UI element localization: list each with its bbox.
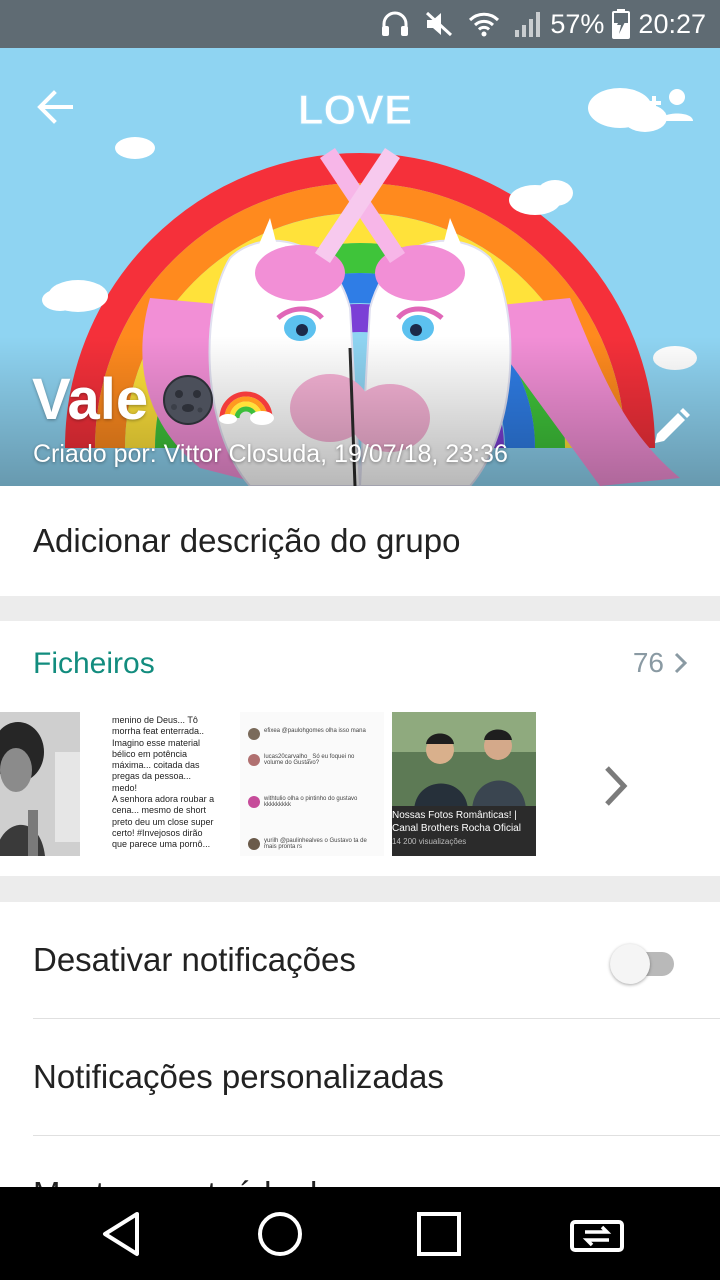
media-thumbnail[interactable]: efixea @paulohgomes olha isso mana lucas… [240, 712, 384, 856]
group-header: LOVE Vale Criado por: Vittor Closuda, 19… [0, 48, 720, 486]
files-title[interactable]: Ficheiros [33, 647, 155, 681]
created-by-text: Criado por: Vittor Closuda, 19/07/18, 23… [33, 440, 508, 468]
section-gap [0, 876, 720, 902]
add-description-label: Adicionar descrição do grupo [33, 522, 461, 559]
files-more-button[interactable] [596, 761, 636, 811]
add-participant-icon [647, 89, 693, 121]
recents-square-icon [417, 1212, 461, 1256]
home-circle-icon [258, 1212, 302, 1256]
media-thumbnail[interactable] [0, 712, 80, 856]
group-name: Vale [32, 366, 275, 433]
media-visibility-row[interactable]: Mostrar conteúdo de... [0, 1136, 720, 1188]
settings-list: Desativar notificações Notificações pers… [0, 902, 720, 1188]
battery-percent: 57% [550, 8, 605, 39]
video-title-line: Canal Brothers Rocha Oficial [392, 823, 521, 834]
media-thumbnail[interactable]: Nossas Fotos Românticas! | Canal Brother… [392, 712, 536, 856]
pencil-icon [655, 408, 690, 443]
nav-home-button[interactable] [247, 1201, 313, 1267]
nav-back-button[interactable] [88, 1201, 154, 1267]
media-thumbnail[interactable]: menino de Deus... Tô morrha feat enterra… [106, 712, 224, 856]
nav-recents-button[interactable] [406, 1201, 472, 1267]
section-gap [0, 596, 720, 621]
thumbnail-comment: withtulio olha o pintinho do gustavo kkk… [264, 796, 358, 808]
rainbow-emoji [218, 374, 275, 426]
love-text: LOVE [298, 86, 412, 133]
edit-name-button[interactable] [648, 404, 694, 450]
wifi-icon [468, 11, 500, 37]
navigation-bar [0, 1187, 720, 1280]
signal-icon [514, 10, 542, 38]
chevron-right-icon [605, 766, 628, 806]
video-caption-box: Nossas Fotos Românticas! | Canal Brother… [392, 806, 536, 856]
switch-icon [570, 1220, 624, 1252]
new-moon-face-emoji [162, 374, 214, 426]
thumbnail-comment: efixea @paulohgomes olha isso mana [264, 728, 366, 734]
mute-notifications-label: Desativar notificações [33, 941, 356, 978]
files-count: 76 [632, 647, 664, 678]
thumbnail-comment: lucas20carvalho_ Só eu foquei no volume … [264, 754, 355, 766]
mute-icon [424, 10, 454, 38]
chevron-right-icon [674, 652, 688, 674]
toggle-knob [610, 944, 650, 984]
custom-notifications-row[interactable]: Notificações personalizadas [0, 1019, 720, 1135]
files-count-link[interactable]: 76 [633, 647, 688, 679]
video-title-line: Nossas Fotos Românticas! | [392, 810, 517, 821]
headphones-icon [380, 10, 410, 38]
clock: 20:27 [638, 8, 706, 39]
mute-notifications-toggle[interactable] [610, 942, 676, 984]
files-section: Ficheiros 76 menino de Deus... Tô morrha… [0, 621, 720, 876]
thumbnail-text: menino de Deus... Tô morrha feat enterra… [112, 715, 215, 850]
arrow-back-icon [37, 90, 73, 124]
video-views: 14 200 visualizações [392, 837, 467, 846]
back-triangle-icon [103, 1212, 139, 1256]
add-description-row[interactable]: Adicionar descrição do grupo [0, 486, 720, 596]
nav-switch-button[interactable] [564, 1201, 630, 1267]
battery-charging-icon [612, 9, 631, 39]
custom-notifications-label: Notificações personalizadas [33, 1058, 444, 1095]
group-name-text: Vale [32, 367, 149, 432]
add-participant-button[interactable] [640, 80, 700, 130]
back-button[interactable] [30, 82, 80, 132]
status-bar: 57% 20:27 [0, 0, 720, 48]
thumbnail-comment: yurilh @paulinhealves o Gustavo ta de ma… [264, 838, 367, 850]
mute-notifications-row[interactable]: Desativar notificações [0, 902, 720, 1018]
